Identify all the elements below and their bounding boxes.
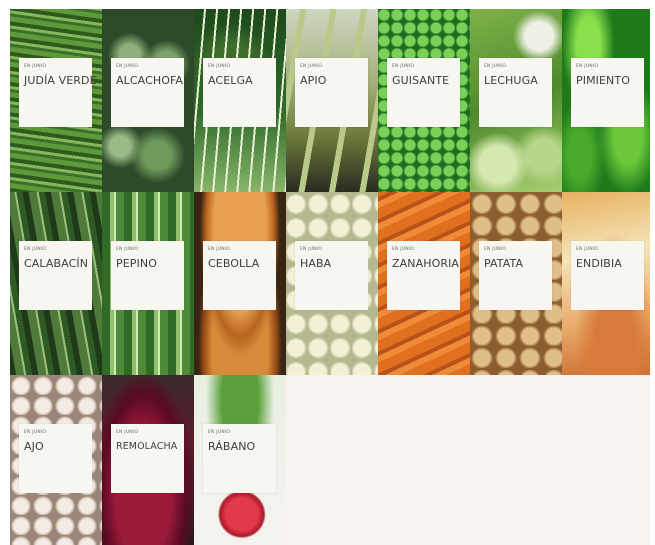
product-card[interactable]: EN JUNIO ACELGA: [203, 58, 276, 127]
product-name: JUDÍA VERDE: [24, 74, 97, 87]
product-card[interactable]: EN JUNIO RÁBANO: [203, 424, 276, 493]
product-card[interactable]: EN JUNIO HABA: [295, 241, 368, 310]
season-label: EN JUNIO: [484, 247, 507, 252]
empty-grid-area: [286, 375, 650, 545]
season-label: EN JUNIO: [24, 430, 47, 435]
season-label: EN JUNIO: [484, 64, 507, 69]
product-card[interactable]: EN JUNIO ENDIBIA: [571, 241, 644, 310]
product-card[interactable]: EN JUNIO PATATA: [479, 241, 552, 310]
product-card[interactable]: EN JUNIO ZANAHORIA: [387, 241, 460, 310]
product-name: APIO: [300, 74, 327, 87]
tile-calabacin[interactable]: EN JUNIO CALABACÍN: [10, 192, 102, 375]
tile-pepino[interactable]: EN JUNIO PEPINO: [102, 192, 194, 375]
product-card[interactable]: EN JUNIO PIMIENTO: [571, 58, 644, 127]
product-card[interactable]: EN JUNIO CALABACÍN: [19, 241, 92, 310]
product-card[interactable]: EN JUNIO CEBOLLA: [203, 241, 276, 310]
tile-haba[interactable]: EN JUNIO HABA: [286, 192, 378, 375]
product-name: AJO: [24, 440, 44, 453]
tile-judia-verde[interactable]: EN JUNIO JUDÍA VERDE: [10, 9, 102, 192]
tile-acelga[interactable]: EN JUNIO ACELGA: [194, 9, 286, 192]
product-name: PEPINO: [116, 257, 157, 270]
tile-lechuga[interactable]: EN JUNIO LECHUGA: [470, 9, 562, 192]
tile-alcachofa[interactable]: EN JUNIO ALCACHOFA: [102, 9, 194, 192]
product-card[interactable]: EN JUNIO GUISANTE: [387, 58, 460, 127]
vegetable-grid: EN JUNIO JUDÍA VERDE EN JUNIO ALCACHOFA …: [10, 9, 650, 545]
season-label: EN JUNIO: [208, 64, 231, 69]
tile-pimiento[interactable]: EN JUNIO PIMIENTO: [562, 9, 650, 192]
product-card[interactable]: EN JUNIO AJO: [19, 424, 92, 493]
tile-ajo[interactable]: EN JUNIO AJO: [10, 375, 102, 545]
product-name: HABA: [300, 257, 332, 270]
season-label: EN JUNIO: [208, 430, 231, 435]
product-name: CEBOLLA: [208, 257, 260, 270]
product-name: PATATA: [484, 257, 524, 270]
product-name: ACELGA: [208, 74, 253, 87]
tile-apio[interactable]: EN JUNIO APIO: [286, 9, 378, 192]
tile-endibia[interactable]: EN JUNIO ENDIBIA: [562, 192, 650, 375]
season-label: EN JUNIO: [24, 64, 47, 69]
product-name: CALABACÍN: [24, 257, 89, 270]
product-card[interactable]: EN JUNIO PEPINO: [111, 241, 184, 310]
season-label: EN JUNIO: [116, 247, 139, 252]
season-label: EN JUNIO: [116, 430, 139, 435]
season-label: EN JUNIO: [208, 247, 231, 252]
product-card[interactable]: EN JUNIO LECHUGA: [479, 58, 552, 127]
season-label: EN JUNIO: [576, 64, 599, 69]
season-label: EN JUNIO: [300, 247, 323, 252]
product-card[interactable]: EN JUNIO REMOLACHA: [111, 424, 184, 493]
product-name: LECHUGA: [484, 74, 538, 87]
tile-remolacha[interactable]: EN JUNIO REMOLACHA: [102, 375, 194, 545]
season-label: EN JUNIO: [392, 247, 415, 252]
product-name: RÁBANO: [208, 440, 256, 453]
product-card[interactable]: EN JUNIO APIO: [295, 58, 368, 127]
product-name: ALCACHOFA: [116, 74, 184, 87]
product-card[interactable]: EN JUNIO ALCACHOFA: [111, 58, 184, 127]
tile-patata[interactable]: EN JUNIO PATATA: [470, 192, 562, 375]
product-card[interactable]: EN JUNIO JUDÍA VERDE: [19, 58, 97, 127]
product-name: REMOLACHA: [116, 441, 178, 452]
product-name: PIMIENTO: [576, 74, 630, 87]
product-name: ZANAHORIA: [392, 257, 460, 270]
tile-guisante[interactable]: EN JUNIO GUISANTE: [378, 9, 470, 192]
tile-zanahoria[interactable]: EN JUNIO ZANAHORIA: [378, 192, 470, 375]
vegetable-grid-frame: EN JUNIO JUDÍA VERDE EN JUNIO ALCACHOFA …: [10, 9, 650, 545]
tile-rabano[interactable]: EN JUNIO RÁBANO: [194, 375, 286, 545]
season-label: EN JUNIO: [24, 247, 47, 252]
season-label: EN JUNIO: [392, 64, 415, 69]
season-label: EN JUNIO: [576, 247, 599, 252]
product-name: GUISANTE: [392, 74, 450, 87]
tile-cebolla[interactable]: EN JUNIO CEBOLLA: [194, 192, 286, 375]
season-label: EN JUNIO: [116, 64, 139, 69]
product-name: ENDIBIA: [576, 257, 622, 270]
season-label: EN JUNIO: [300, 64, 323, 69]
